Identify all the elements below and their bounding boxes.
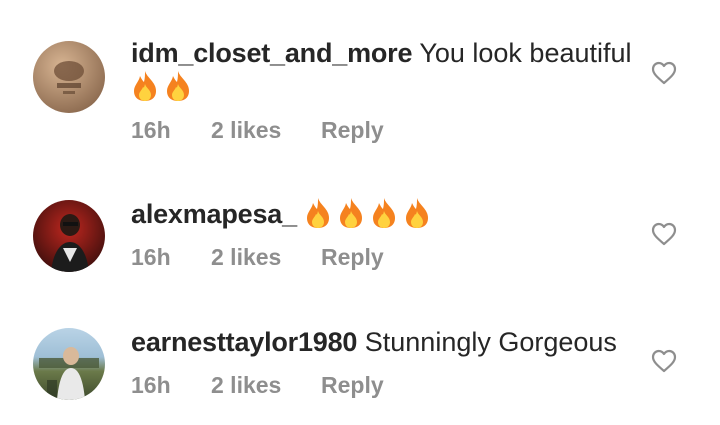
comment-time: 16h [131,372,171,398]
fire-emoji [340,198,363,228]
comment-body: You look beautiful [419,38,632,68]
comment-text: idm_closet_and_more You look beautiful [131,36,641,104]
avatar[interactable] [33,200,105,272]
reply-button[interactable]: Reply [321,117,384,144]
comment-text: alexmapesa_ [131,197,641,231]
fire-emoji [406,198,429,228]
likes-count[interactable]: 2 likes [211,372,281,399]
comment-text: earnesttaylor1980 Stunningly Gorgeous [131,325,641,359]
reply-button[interactable]: Reply [321,244,384,271]
fire-emoji [134,71,156,101]
reply-button[interactable]: Reply [321,372,384,399]
comment-username[interactable]: idm_closet_and_more [131,38,413,68]
comment-time: 16h [131,244,171,270]
fire-emoji [307,198,330,228]
fire-emoji [373,198,396,228]
avatar[interactable] [33,41,105,113]
comment-username[interactable]: alexmapesa_ [131,199,297,229]
heart-outline-icon[interactable] [651,61,677,85]
heart-outline-icon[interactable] [651,222,677,246]
comment-body: Stunningly Gorgeous [364,327,617,357]
emoji-row [304,198,436,229]
avatar[interactable] [33,328,105,400]
heart-outline-icon[interactable] [651,349,677,373]
comment-username[interactable]: earnesttaylor1980 [131,327,357,357]
likes-count[interactable]: 2 likes [211,117,281,144]
emoji-row [131,71,197,102]
fire-emoji [167,71,189,101]
comment-time: 16h [131,117,171,143]
likes-count[interactable]: 2 likes [211,244,281,271]
